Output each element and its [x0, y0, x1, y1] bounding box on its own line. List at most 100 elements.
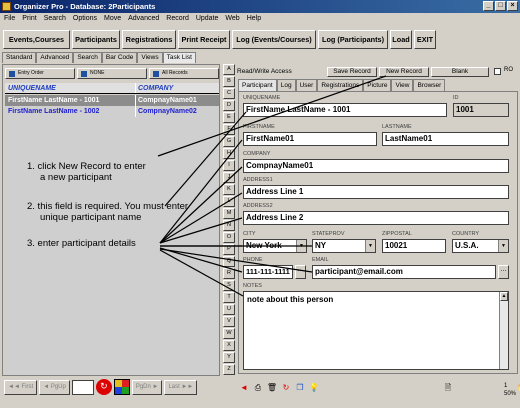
tab-advanced[interactable]: Advanced	[36, 52, 74, 63]
trash-icon[interactable]: 🗑	[266, 381, 278, 394]
lastname-field[interactable]: LastName01	[382, 132, 509, 146]
minimize-button[interactable]: _	[483, 1, 494, 11]
menu-update[interactable]: Update	[196, 13, 219, 25]
participants-button[interactable]: Participants	[72, 30, 120, 49]
document-icon[interactable]: 🗎	[442, 381, 454, 394]
alpha-u[interactable]: U	[223, 304, 235, 315]
bulb-icon[interactable]: 💡	[308, 381, 320, 394]
notes-scrollbar[interactable]: ▲	[499, 292, 508, 369]
tab-bar-code[interactable]: Bar Code	[101, 52, 138, 63]
copy-icon[interactable]: ❐	[294, 381, 306, 394]
column-uniquename[interactable]: UNIQUENAME	[5, 83, 135, 93]
events-courses-button[interactable]: Events,Courses	[3, 30, 70, 49]
folder-icon[interactable]: 📁	[516, 381, 520, 394]
menu-print[interactable]: Print	[22, 13, 36, 25]
alpha-v[interactable]: V	[223, 316, 235, 327]
menu-advanced[interactable]: Advanced	[128, 13, 159, 25]
address1-field[interactable]: Address Line 1	[243, 185, 509, 199]
alpha-s[interactable]: S	[223, 280, 235, 291]
pgdn-button[interactable]: PgDn ►	[131, 379, 163, 395]
country-select[interactable]: U.S.A. ▼	[452, 239, 509, 253]
readonly-checkbox[interactable]	[494, 68, 501, 75]
phone-field[interactable]: 111-111-1111	[243, 265, 293, 279]
column-company[interactable]: COMPANY	[135, 83, 219, 93]
alpha-y[interactable]: Y	[223, 352, 235, 363]
firstname-field[interactable]: FirstName01	[243, 132, 377, 146]
address2-field[interactable]: Address Line 2	[243, 211, 509, 225]
alpha-l[interactable]: L	[223, 196, 235, 207]
menu-move[interactable]: Move	[104, 13, 121, 25]
alpha-x[interactable]: X	[223, 340, 235, 351]
company-field[interactable]: CompnayName01	[243, 159, 509, 173]
menu-help[interactable]: Help	[247, 13, 261, 25]
state-select[interactable]: NY ▼	[312, 239, 376, 253]
alpha-w[interactable]: W	[223, 328, 235, 339]
log-participants-button[interactable]: Log (Participants)	[318, 30, 388, 49]
alpha-n[interactable]: N	[223, 220, 235, 231]
tab-user[interactable]: User	[295, 79, 318, 91]
registrations-button[interactable]: Registrations	[122, 30, 176, 49]
alpha-c[interactable]: C	[223, 88, 235, 99]
phone-more-button[interactable]: …	[295, 265, 306, 279]
alpha-d[interactable]: D	[223, 100, 235, 111]
alpha-r[interactable]: R	[223, 268, 235, 279]
city-select[interactable]: New York ▼	[243, 239, 307, 253]
alpha-f[interactable]: F	[223, 124, 235, 135]
alpha-i[interactable]: I	[223, 160, 235, 171]
refresh-icon[interactable]: ↻	[280, 381, 292, 394]
load-button[interactable]: Load	[390, 30, 412, 49]
tab-registrations[interactable]: Registrations	[317, 79, 364, 91]
alpha-g[interactable]: G	[223, 136, 235, 147]
alpha-j[interactable]: J	[223, 172, 235, 183]
tab-task-list[interactable]: Task List	[162, 52, 196, 63]
scroll-up-icon[interactable]: ▲	[500, 292, 508, 301]
tab-search[interactable]: Search	[73, 52, 102, 63]
new-record-button[interactable]: New Record	[379, 67, 429, 77]
list-item[interactable]: FirstName LastName - 1001 CompnayName01	[5, 95, 219, 106]
tab-log[interactable]: Log	[276, 79, 296, 91]
menu-search[interactable]: Search	[44, 13, 66, 25]
alpha-t[interactable]: T	[223, 292, 235, 303]
record-number-input[interactable]	[71, 379, 94, 395]
none-filter-button[interactable]: NONE	[77, 68, 147, 79]
save-record-button[interactable]: Save Record	[327, 67, 377, 77]
tab-picture[interactable]: Picture	[363, 79, 392, 91]
back-arrow-icon[interactable]: ◄	[238, 381, 250, 394]
first-button[interactable]: ◄◄ First	[4, 379, 38, 395]
alpha-o[interactable]: O	[223, 232, 235, 243]
email-more-button[interactable]: …	[498, 265, 509, 279]
print-receipt-button[interactable]: Print Receipt	[178, 30, 230, 49]
printer-icon[interactable]: ⎙	[252, 381, 264, 394]
log-events-button[interactable]: Log (Events/Courses)	[232, 30, 316, 49]
alpha-b[interactable]: B	[223, 76, 235, 87]
maximize-button[interactable]: □	[495, 1, 506, 11]
refresh-icon[interactable]: ↻	[95, 379, 112, 395]
last-button[interactable]: Last ►►	[164, 379, 198, 395]
alpha-q[interactable]: Q	[223, 256, 235, 267]
menu-record[interactable]: Record	[166, 13, 189, 25]
tab-view[interactable]: View	[391, 79, 414, 91]
tab-standard[interactable]: Standard	[2, 52, 37, 63]
zip-field[interactable]: 10021	[382, 239, 446, 253]
alpha-m[interactable]: M	[223, 208, 235, 219]
tab-views[interactable]: Views	[137, 52, 163, 63]
notes-field[interactable]: note about this person ▲	[243, 291, 509, 370]
entry-order-button[interactable]: Entry Order	[5, 68, 75, 79]
menu-web[interactable]: Web	[225, 13, 239, 25]
tab-participant[interactable]: Participant	[238, 79, 277, 91]
alpha-k[interactable]: K	[223, 184, 235, 195]
alpha-e[interactable]: E	[223, 112, 235, 123]
list-item[interactable]: FirstName LastName - 1002 CompnayName02	[5, 106, 219, 117]
menu-options[interactable]: Options	[73, 13, 97, 25]
alpha-p[interactable]: P	[223, 244, 235, 255]
tab-browser[interactable]: Browser	[413, 79, 446, 91]
alpha-z[interactable]: Z	[223, 364, 235, 375]
color-grid-icon[interactable]	[113, 379, 130, 395]
blank-button[interactable]: Blank	[431, 67, 489, 77]
exit-button[interactable]: EXIT	[414, 30, 436, 49]
menu-file[interactable]: File	[4, 13, 15, 25]
email-field[interactable]: participant@email.com	[312, 265, 496, 279]
alpha-a[interactable]: A	[223, 64, 235, 75]
close-button[interactable]: ×	[507, 1, 518, 11]
uniquename-field[interactable]: FirstName LastName - 1001	[243, 103, 447, 117]
